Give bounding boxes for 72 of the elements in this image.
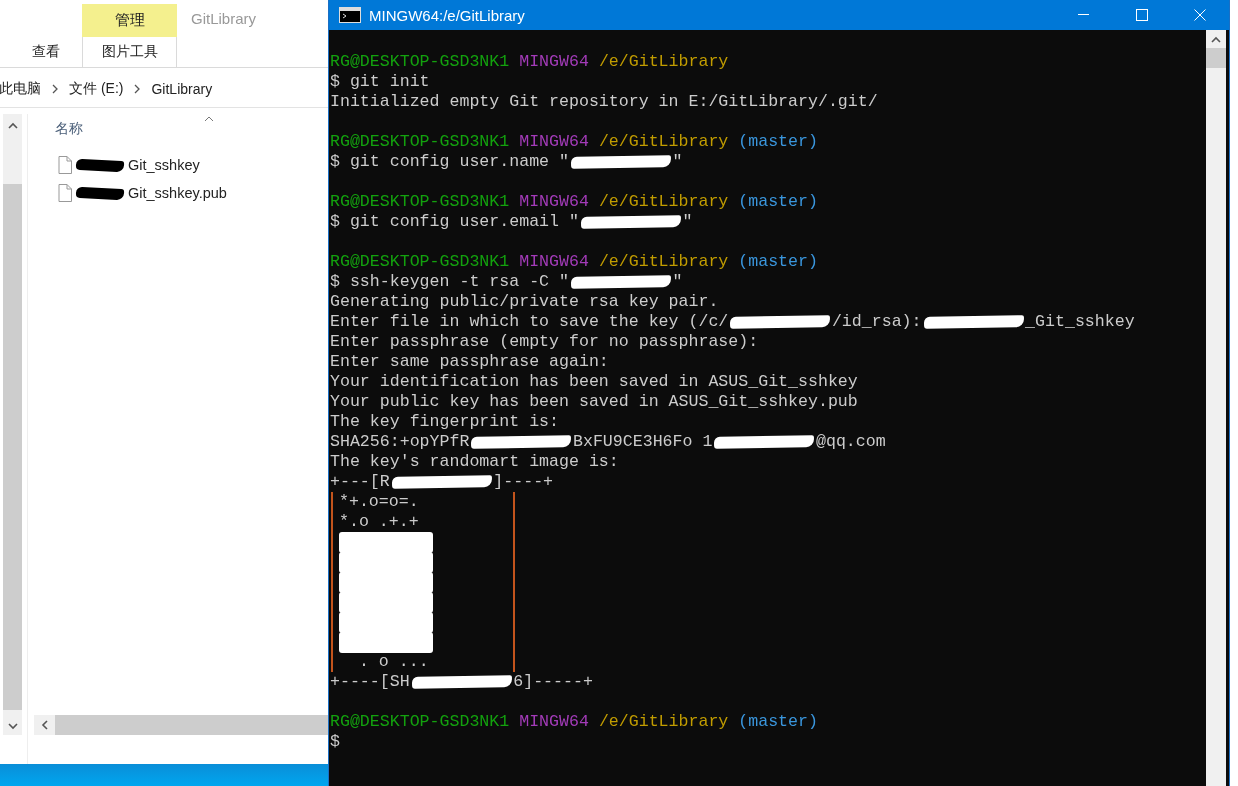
prompt-shell: MINGW64 (519, 52, 589, 72)
file-name[interactable]: Git_sshkey.pub (128, 185, 227, 201)
prompt-shell: MINGW64 (519, 192, 589, 212)
prompt-branch: (master) (738, 712, 818, 732)
scroll-down-icon (7, 722, 18, 730)
prompt-path: /e/GitLibrary (598, 712, 729, 732)
ribbon-tab[interactable]: 图片工具 (82, 37, 177, 67)
randomart-row-text: . o ... (357, 652, 429, 672)
sort-caret-icon (204, 116, 214, 122)
terminal-text: 6]-----+ (513, 672, 593, 692)
file-icon (58, 184, 72, 202)
terminal-text: SHA256:+opYPfR (330, 432, 470, 452)
window-title: GitLibrary (191, 10, 257, 27)
prompt-path: /e/GitLibrary (598, 132, 729, 152)
prompt-shell: MINGW64 (519, 252, 589, 272)
scroll-up-icon (7, 122, 18, 130)
terminal-text: $ git config user.email " (330, 212, 579, 232)
scroll-up-icon (1211, 36, 1221, 44)
terminal-text: +---[R (330, 472, 390, 492)
console-icon (339, 7, 361, 23)
prompt-branch: (master) (738, 252, 818, 272)
terminal-text: " (672, 272, 683, 292)
column-header[interactable]: 名称 (28, 114, 328, 144)
close-icon (1194, 9, 1206, 21)
terminal-text: $ git config user.name " (330, 152, 569, 172)
terminal-text: /id_rsa): (831, 312, 922, 332)
terminal-text: " (672, 152, 683, 172)
terminal-text: Initialized empty Git repository in E:/GitLibrary/.git/ (330, 92, 878, 112)
prompt-shell: MINGW64 (519, 712, 589, 732)
prompt-user: RG@DESKTOP-GSD3NK1 (330, 192, 510, 212)
terminal-text: Enter file in which to save the key (/c/ (330, 312, 729, 332)
file-icon (58, 156, 72, 174)
scrollbar-thumb[interactable] (3, 184, 22, 710)
ribbon-tab[interactable]: 查看 (0, 37, 82, 67)
terminal-text: ]----+ (493, 472, 554, 492)
breadcrumb-item[interactable]: 文件 (E:) (69, 79, 124, 98)
prompt-path: /e/GitLibrary (598, 192, 729, 212)
terminal-text: $ (330, 732, 340, 752)
terminal-text: The key fingerprint is: (330, 412, 560, 432)
terminal-text: @qq.com (816, 432, 886, 452)
terminal-text: $ git init (330, 72, 430, 92)
terminal-text: $ ssh-keygen -t rsa -C " (330, 272, 569, 292)
terminal-text: _Git_sshkey (1025, 312, 1135, 332)
prompt-user: RG@DESKTOP-GSD3NK1 (330, 132, 510, 152)
prompt-path: /e/GitLibrary (598, 52, 729, 72)
terminal-text: +----[SH (330, 672, 410, 692)
chevron-icon (133, 83, 142, 94)
breadcrumb-item[interactable]: GitLibrary (151, 80, 213, 97)
prompt-user: RG@DESKTOP-GSD3NK1 (330, 712, 510, 732)
file-name[interactable]: Git_sshkey (128, 157, 200, 173)
terminal-text: " (682, 212, 693, 232)
maximize-icon (1136, 9, 1148, 21)
prompt-branch: (master) (738, 132, 818, 152)
terminal-text: Your public key has been saved in ASUS_Git_sshkey.pub (330, 392, 858, 412)
terminal-text: Your identification has been saved in ASUS_Git_sshkey (330, 372, 858, 392)
prompt-user: RG@DESKTOP-GSD3NK1 (330, 252, 510, 272)
chevron-icon (51, 83, 59, 94)
scrollbar-thumb[interactable] (1206, 48, 1226, 68)
terminal-text: Generating public/private rsa key pair. (330, 292, 719, 312)
prompt-user: RG@DESKTOP-GSD3NK1 (330, 52, 510, 72)
terminal-text: BxFU9CE3H6Fo 1 (573, 432, 713, 452)
terminal-text: Enter same passphrase again: (330, 352, 609, 372)
randomart-row: *.o .+.+ (339, 512, 419, 532)
ribbon-tab[interactable]: 管理 (82, 4, 177, 37)
randomart-row: *+.o=o=. (339, 492, 419, 512)
terminal-text: Enter passphrase (empty for no passphrase): (330, 332, 759, 352)
prompt-shell: MINGW64 (519, 132, 589, 152)
prompt-path: /e/GitLibrary (598, 252, 729, 272)
prompt-branch: (master) (738, 192, 818, 212)
window-title: MINGW64:/e/GitLibrary (369, 6, 526, 24)
terminal-text: The key's randomart image is: (330, 452, 619, 472)
scroll-left-icon (40, 720, 49, 730)
